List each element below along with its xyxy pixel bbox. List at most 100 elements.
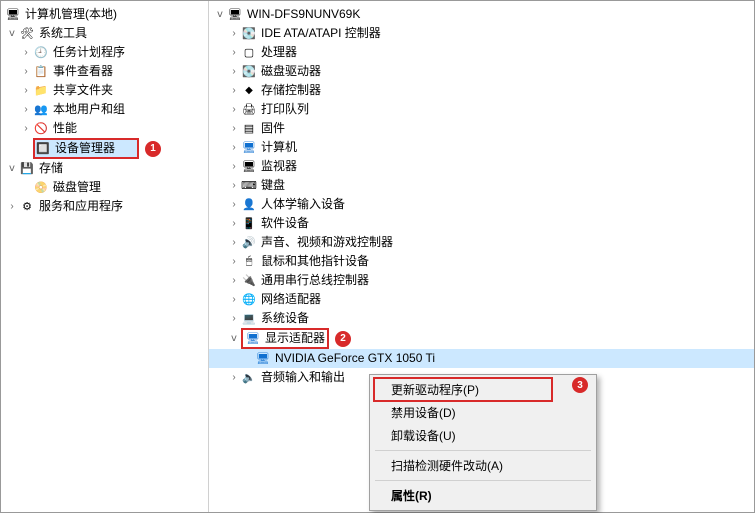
- disk-mgmt-label: 磁盘管理: [53, 178, 101, 197]
- root-label: 计算机管理(本地): [25, 5, 117, 24]
- device-print-queue[interactable]: ›打印队列: [209, 100, 754, 119]
- audio-io-label: 音频输入和输出: [261, 368, 345, 387]
- tree-shared-folders[interactable]: › 共享文件夹: [1, 81, 208, 100]
- computer-icon: [5, 7, 21, 23]
- menu-scan-hardware[interactable]: 扫描检测硬件改动(A): [373, 454, 593, 477]
- chevron-right-icon[interactable]: ›: [227, 218, 241, 229]
- device-monitor[interactable]: ›监视器: [209, 157, 754, 176]
- badge-2: 2: [335, 331, 351, 347]
- device-host[interactable]: ⅴ WIN-DFS9NUNV69K: [209, 5, 754, 24]
- left-tree: 计算机管理(本地) ⅴ 系统工具 › 任务计划程序 › 事件查看器 › 共享文件…: [1, 1, 209, 512]
- chevron-right-icon[interactable]: ›: [227, 294, 241, 305]
- device-disk[interactable]: › 磁盘驱动器: [209, 62, 754, 81]
- usb-icon: [241, 273, 257, 289]
- chevron-right-icon[interactable]: ›: [227, 313, 241, 324]
- chevron-right-icon[interactable]: ›: [227, 123, 241, 134]
- display-adapter-label: 显示适配器: [265, 329, 325, 348]
- gpu-label: NVIDIA GeForce GTX 1050 Ti: [275, 349, 435, 368]
- device-computer[interactable]: › 计算机: [209, 138, 754, 157]
- chevron-right-icon[interactable]: ›: [227, 199, 241, 210]
- menu-properties[interactable]: 属性(R): [373, 484, 593, 507]
- chevron-right-icon[interactable]: ›: [227, 275, 241, 286]
- device-cpu[interactable]: ›处理器: [209, 43, 754, 62]
- task-icon: [33, 45, 49, 61]
- chevron-down-icon[interactable]: ⅴ: [5, 28, 19, 39]
- storage-label: 存储: [39, 159, 63, 178]
- tree-root[interactable]: 计算机管理(本地): [1, 5, 208, 24]
- firmware-label: 固件: [261, 119, 285, 138]
- computer-icon: [241, 140, 257, 156]
- network-label: 网络适配器: [261, 290, 321, 309]
- device-usb[interactable]: › 通用串行总线控制器: [209, 271, 754, 290]
- computer-icon: [227, 7, 243, 23]
- performance-icon: [33, 121, 49, 137]
- local-users-label: 本地用户和组: [53, 100, 125, 119]
- context-menu: 更新驱动程序(P) 禁用设备(D) 卸载设备(U) 扫描检测硬件改动(A) 属性…: [369, 374, 597, 511]
- chevron-right-icon[interactable]: ›: [19, 47, 33, 58]
- chevron-right-icon[interactable]: ›: [227, 372, 241, 383]
- chevron-right-icon[interactable]: ›: [19, 85, 33, 96]
- usb-label: 通用串行总线控制器: [261, 271, 369, 290]
- system-tools-label: 系统工具: [39, 24, 87, 43]
- computer-cat-label: 计算机: [261, 138, 297, 157]
- folder-icon: [33, 83, 49, 99]
- device-mouse[interactable]: › 鼠标和其他指针设备: [209, 252, 754, 271]
- chevron-right-icon[interactable]: ›: [5, 201, 19, 212]
- chevron-right-icon[interactable]: ›: [227, 47, 241, 58]
- menu-update-label: 更新驱动程序(P): [391, 381, 479, 398]
- chevron-right-icon[interactable]: ›: [19, 123, 33, 134]
- tree-device-manager[interactable]: 设备管理器: [33, 138, 139, 159]
- chevron-down-icon[interactable]: ⅴ: [5, 163, 19, 174]
- device-hid[interactable]: › 人体学输入设备: [209, 195, 754, 214]
- software-label: 软件设备: [261, 214, 309, 233]
- chevron-right-icon[interactable]: ›: [227, 142, 241, 153]
- chevron-right-icon[interactable]: ›: [227, 180, 241, 191]
- menu-uninstall-device[interactable]: 卸载设备(U): [373, 424, 593, 447]
- badge-1: 1: [145, 141, 161, 157]
- device-ide[interactable]: › IDE ATA/ATAPI 控制器: [209, 24, 754, 43]
- device-gpu[interactable]: NVIDIA GeForce GTX 1050 Ti: [209, 349, 754, 368]
- device-keyboard[interactable]: ›键盘: [209, 176, 754, 195]
- menu-disable-label: 禁用设备(D): [391, 404, 456, 421]
- device-firmware[interactable]: › 固件: [209, 119, 754, 138]
- cpu-icon: [241, 45, 257, 61]
- chevron-right-icon[interactable]: ›: [227, 85, 241, 96]
- chevron-right-icon[interactable]: ›: [19, 66, 33, 77]
- tree-services-apps[interactable]: › 服务和应用程序: [1, 197, 208, 216]
- tree-event-viewer[interactable]: › 事件查看器: [1, 62, 208, 81]
- mouse-label: 鼠标和其他指针设备: [261, 252, 369, 271]
- menu-disable-device[interactable]: 禁用设备(D): [373, 401, 593, 424]
- host-label: WIN-DFS9NUNV69K: [247, 5, 360, 24]
- chevron-right-icon[interactable]: ›: [227, 237, 241, 248]
- display-adapter-icon: [245, 331, 261, 347]
- tree-local-users[interactable]: › 本地用户和组: [1, 100, 208, 119]
- chevron-right-icon[interactable]: ›: [227, 66, 241, 77]
- tree-disk-mgmt[interactable]: 磁盘管理: [1, 178, 208, 197]
- tree-performance[interactable]: › 性能: [1, 119, 208, 138]
- chevron-right-icon[interactable]: ›: [227, 256, 241, 267]
- sound-icon: [241, 235, 257, 251]
- chevron-right-icon[interactable]: ›: [227, 104, 241, 115]
- hid-label: 人体学输入设备: [261, 195, 345, 214]
- menu-scan-label: 扫描检测硬件改动(A): [391, 457, 503, 474]
- chevron-right-icon[interactable]: ›: [227, 161, 241, 172]
- device-storage-ctrl[interactable]: ›存储控制器: [209, 81, 754, 100]
- device-system[interactable]: ›系统设备: [209, 309, 754, 328]
- chevron-right-icon[interactable]: ›: [19, 104, 33, 115]
- badge-3: 3: [572, 377, 588, 393]
- device-display-adapter[interactable]: 显示适配器: [241, 328, 329, 349]
- tree-system-tools[interactable]: ⅴ 系统工具: [1, 24, 208, 43]
- device-sound-video[interactable]: ›声音、视频和游戏控制器: [209, 233, 754, 252]
- disk-label: 磁盘驱动器: [261, 62, 321, 81]
- disk-icon: [33, 180, 49, 196]
- chevron-down-icon[interactable]: ⅴ: [213, 9, 227, 20]
- chevron-down-icon[interactable]: ⅴ: [227, 333, 241, 344]
- chevron-right-icon[interactable]: ›: [227, 28, 241, 39]
- device-software[interactable]: › 软件设备: [209, 214, 754, 233]
- ide-label: IDE ATA/ATAPI 控制器: [261, 24, 381, 43]
- tree-storage[interactable]: ⅴ 存储: [1, 159, 208, 178]
- device-network[interactable]: › 网络适配器: [209, 290, 754, 309]
- tree-task-scheduler[interactable]: › 任务计划程序: [1, 43, 208, 62]
- menu-separator: [375, 450, 591, 451]
- menu-update-driver[interactable]: 更新驱动程序(P): [373, 378, 593, 401]
